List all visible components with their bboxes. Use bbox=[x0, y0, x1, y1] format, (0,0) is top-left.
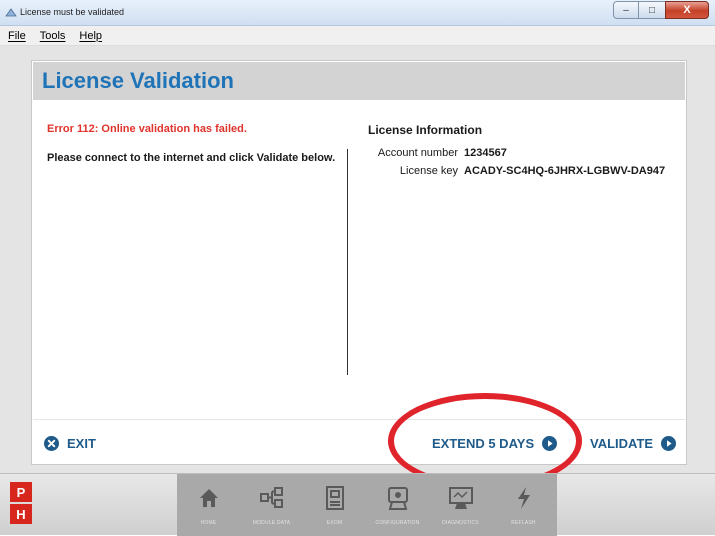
nav-label-configuration: CONFIGURATION bbox=[375, 520, 420, 526]
menu-file[interactable]: File bbox=[8, 30, 26, 42]
menu-tools[interactable]: Tools bbox=[40, 30, 66, 42]
footer-separator bbox=[33, 419, 685, 420]
validate-label: VALIDATE bbox=[590, 436, 654, 451]
nav-label-module-data: MODULE DATA bbox=[252, 520, 291, 526]
nav-label-exom: EXOM bbox=[326, 520, 343, 526]
exit-label: EXIT bbox=[67, 436, 96, 451]
configuration-icon bbox=[385, 484, 411, 512]
nav-configuration[interactable]: CONFIGURATION bbox=[366, 474, 429, 536]
license-key-label-wrap: License key bbox=[368, 165, 458, 179]
vertical-divider bbox=[347, 149, 348, 375]
nav-reflash[interactable]: REFLASH bbox=[492, 474, 555, 536]
close-button[interactable]: X bbox=[665, 1, 709, 19]
menu-bar: File Tools Help bbox=[0, 26, 715, 46]
module-data-icon bbox=[259, 484, 285, 512]
bottom-taskbar: P H HOME MODULE DATA EXOM CONFIGURATION bbox=[0, 473, 715, 536]
menu-help[interactable]: Help bbox=[79, 30, 102, 42]
nav-strip: HOME MODULE DATA EXOM CONFIGURATION DIAG… bbox=[177, 474, 557, 536]
account-number-label-wrap: Account number bbox=[368, 147, 458, 161]
nav-diagnostics[interactable]: DIAGNOSTICS bbox=[429, 474, 492, 536]
logo-letter-h: H bbox=[10, 504, 32, 524]
validate-button[interactable]: VALIDATE bbox=[590, 436, 677, 451]
license-panel: License Validation Error 112: Online val… bbox=[31, 60, 687, 465]
close-circle-icon bbox=[44, 436, 59, 451]
brand-logo: P H bbox=[10, 482, 32, 526]
reflash-icon bbox=[511, 484, 537, 512]
window-controls: – □ X bbox=[613, 1, 709, 19]
license-info-heading: License Information bbox=[368, 123, 483, 137]
nav-label-diagnostics: DIAGNOSTICS bbox=[442, 520, 479, 526]
home-icon bbox=[196, 484, 222, 512]
play-arrow-icon bbox=[661, 436, 677, 451]
exom-icon bbox=[322, 484, 348, 512]
maximize-button[interactable]: □ bbox=[639, 1, 665, 19]
page-title: License Validation bbox=[42, 68, 234, 93]
window-title: License must be validated bbox=[20, 7, 125, 17]
error-message: Error 112: Online validation has failed. bbox=[47, 123, 247, 135]
main-area: License Validation Error 112: Online val… bbox=[0, 46, 715, 473]
window-titlebar: License must be validated – □ X bbox=[0, 0, 715, 26]
panel-header: License Validation bbox=[33, 62, 685, 100]
app-icon bbox=[5, 8, 17, 17]
minimize-button[interactable]: – bbox=[613, 1, 639, 19]
nav-module-data[interactable]: MODULE DATA bbox=[240, 474, 303, 536]
license-key-value: ACADY-SC4HQ-6JHRX-LGBWV-DA947 bbox=[464, 165, 666, 177]
diagnostics-icon bbox=[448, 484, 474, 512]
exit-button[interactable]: EXIT bbox=[44, 436, 96, 451]
license-key-label: License key bbox=[399, 165, 458, 177]
account-number-label: Account number bbox=[377, 147, 458, 159]
nav-label-reflash: REFLASH bbox=[511, 520, 536, 526]
logo-letter-p: P bbox=[10, 482, 32, 502]
nav-exom[interactable]: EXOM bbox=[303, 474, 366, 536]
nav-label-home: HOME bbox=[200, 520, 217, 526]
instruction-text: Please connect to the internet and click… bbox=[47, 152, 336, 164]
account-number-value: 1234567 bbox=[464, 147, 507, 159]
nav-home[interactable]: HOME bbox=[177, 474, 240, 536]
